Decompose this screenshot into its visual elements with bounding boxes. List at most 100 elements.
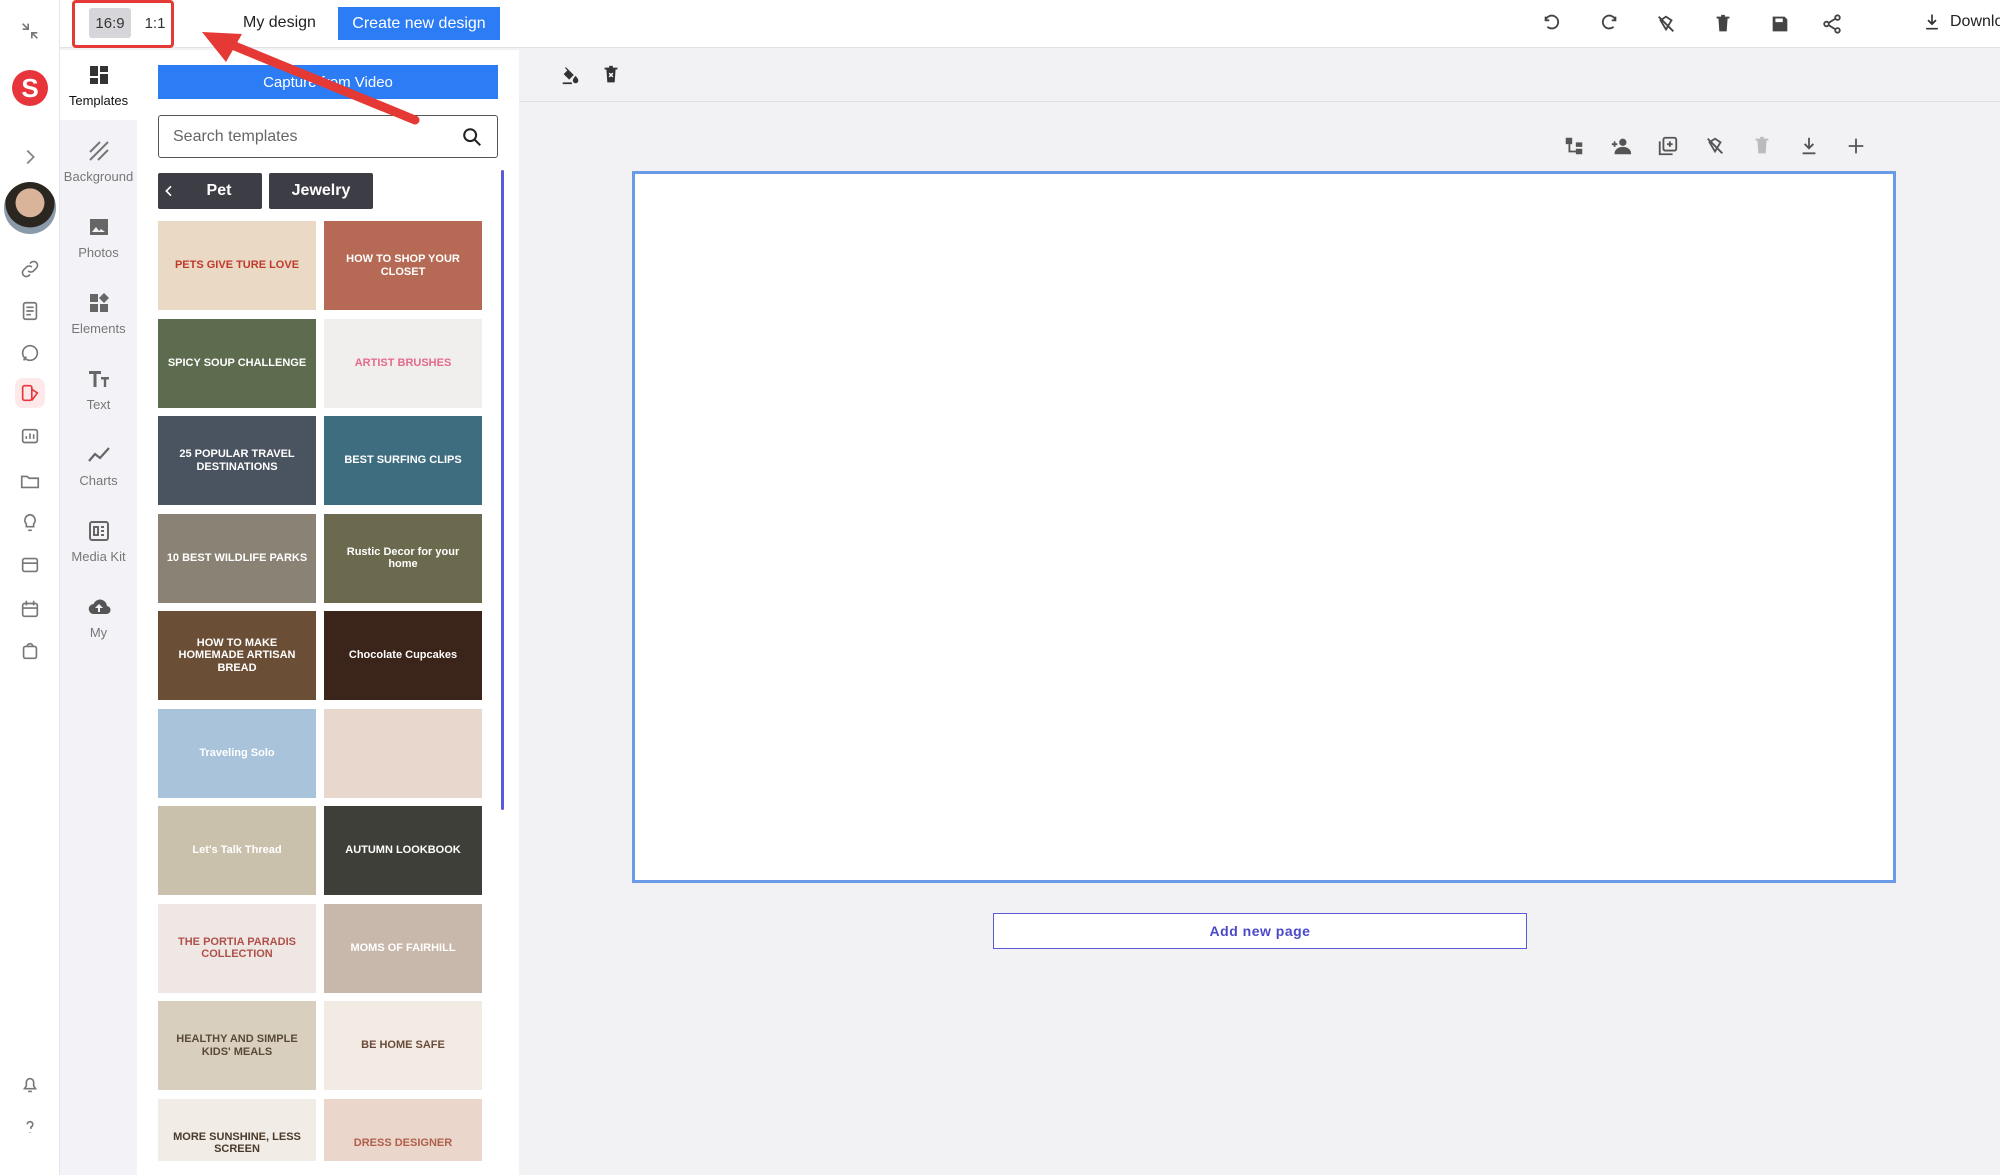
template-thumbnail[interactable]: Rustic Decor for your home <box>324 513 482 603</box>
template-thumbnail[interactable]: MORE SUNSHINE, LESS SCREEN <box>158 1098 316 1161</box>
template-title: Rustic Decor for your home <box>346 545 460 570</box>
category-label: Media Kit <box>71 548 126 564</box>
charts-icon <box>87 446 110 462</box>
templates-icon <box>89 65 108 84</box>
archive-icon[interactable] <box>15 550 45 580</box>
chips-prev-chevron-icon[interactable] <box>158 173 180 209</box>
template-thumbnail[interactable]: MOMS OF FAIRHILL <box>324 903 482 993</box>
add-page-plus-icon[interactable] <box>1844 134 1868 158</box>
delete-background-icon[interactable] <box>599 63 623 87</box>
document-icon[interactable] <box>15 296 45 326</box>
template-title: MORE SUNSHINE, LESS SCREEN <box>173 1130 301 1155</box>
create-new-design-button[interactable]: Create new design <box>338 7 500 40</box>
search-icon[interactable] <box>461 126 483 148</box>
background-icon <box>88 140 109 161</box>
left-rail: S <box>0 0 60 1175</box>
category-label: Elements <box>71 320 126 336</box>
my-design-link[interactable]: My design <box>243 14 316 32</box>
template-title: MOMS OF FAIRHILL <box>350 941 456 954</box>
template-thumbnail[interactable]: SPICY SOUP CHALLENGE <box>158 318 316 408</box>
download-page-icon[interactable] <box>1797 134 1821 158</box>
folder-icon[interactable] <box>15 466 45 496</box>
chat-icon[interactable] <box>15 338 45 368</box>
hide-icon[interactable] <box>1654 12 1678 36</box>
template-thumbnail[interactable]: AUTUMN LOOKBOOK <box>324 806 482 895</box>
template-title: 10 BEST WILDLIFE PARKS <box>166 551 308 564</box>
add-new-page-button[interactable]: Add new page <box>993 913 1527 949</box>
template-thumbnail[interactable]: THE PORTIA PARADIS COLLECTION <box>158 903 316 993</box>
template-title: AUTUMN LOOKBOOK <box>345 844 461 857</box>
category-label: Charts <box>79 472 118 488</box>
template-title: Chocolate Cupcakes <box>348 649 458 662</box>
category-media-kit[interactable]: Media Kit <box>60 506 137 576</box>
photos-icon <box>89 218 108 235</box>
template-thumbnail[interactable]: 10 BEST WILDLIFE PARKS <box>158 513 316 603</box>
template-thumbnail[interactable]: PETS GIVE TURE LOVE <box>158 221 316 310</box>
template-title: THE PORTIA PARADIS COLLECTION <box>178 935 296 960</box>
help-icon[interactable] <box>15 1112 45 1142</box>
shopping-bag-icon[interactable] <box>15 636 45 666</box>
bell-icon[interactable] <box>15 1070 45 1100</box>
hide-page-icon[interactable] <box>1703 134 1727 158</box>
chip-jewelry[interactable]: Jewelry <box>269 173 373 209</box>
delete-icon[interactable] <box>1711 12 1735 36</box>
search-templates-box[interactable] <box>158 115 498 158</box>
design-canvas[interactable] <box>632 171 1896 883</box>
template-thumbnail[interactable] <box>324 708 482 798</box>
save-icon[interactable] <box>1768 12 1792 36</box>
add-person-icon[interactable] <box>1609 134 1633 158</box>
chip-label: Jewelry <box>291 182 351 199</box>
analytics-icon[interactable] <box>15 422 45 452</box>
category-my[interactable]: My <box>60 582 137 652</box>
media-kit-icon <box>88 520 109 541</box>
expand-chevron-icon[interactable] <box>15 142 45 172</box>
calendar-icon[interactable] <box>15 594 45 624</box>
download-icon <box>1926 14 1938 30</box>
category-charts[interactable]: Charts <box>60 430 137 500</box>
delete-page-icon[interactable] <box>1750 134 1774 158</box>
brand-logo[interactable]: S <box>12 70 48 106</box>
template-thumbnail[interactable]: Chocolate Cupcakes <box>324 611 482 700</box>
template-thumbnail[interactable]: BEST SURFING CLIPS <box>324 416 482 505</box>
template-thumbnail[interactable]: DRESS DESIGNER <box>324 1098 482 1161</box>
avatar[interactable] <box>4 182 56 234</box>
panel-scrollbar[interactable] <box>501 170 504 810</box>
templates-panel: Capture from Video Pet Jewelry PETS GIVE… <box>137 50 519 1175</box>
canvas-toolbar <box>519 49 2000 102</box>
template-thumbnail[interactable]: ARTIST BRUSHES <box>324 318 482 408</box>
chip-label: Pet <box>206 182 232 199</box>
category-photos[interactable]: Photos <box>60 202 137 272</box>
category-templates[interactable]: Templates <box>60 50 137 120</box>
layers-icon[interactable] <box>1562 134 1586 158</box>
duplicate-page-icon[interactable] <box>1656 134 1680 158</box>
template-thumbnail[interactable]: Let's Talk Thread <box>158 806 316 895</box>
template-title: HEALTHY AND SIMPLE KIDS' MEALS <box>176 1033 298 1058</box>
download-label: Download <box>1950 13 2000 30</box>
template-thumbnail[interactable]: Traveling Solo <box>158 708 316 798</box>
category-label: Templates <box>68 92 129 108</box>
redo-icon[interactable] <box>1597 12 1621 36</box>
capture-from-video-button[interactable]: Capture from Video <box>158 65 498 99</box>
ratio-highlight-annotation <box>72 0 174 48</box>
link-icon[interactable] <box>15 254 45 284</box>
category-background[interactable]: Background <box>60 126 137 196</box>
template-title: BEST SURFING CLIPS <box>344 454 462 467</box>
template-thumbnail[interactable]: BE HOME SAFE <box>324 1001 482 1090</box>
collapse-icon[interactable] <box>15 16 45 46</box>
download-button[interactable]: Download <box>1922 12 2000 32</box>
template-thumbnail[interactable]: HOW TO SHOP YOUR CLOSET <box>324 221 482 310</box>
template-title: 25 POPULAR TRAVEL DESTINATIONS <box>179 448 295 473</box>
search-templates-input[interactable] <box>173 127 461 146</box>
workspace: Add new page <box>519 49 2000 1175</box>
undo-icon[interactable] <box>1540 12 1564 36</box>
category-elements[interactable]: Elements <box>60 278 137 348</box>
template-thumbnail[interactable]: 25 POPULAR TRAVEL DESTINATIONS <box>158 416 316 505</box>
design-icon[interactable] <box>15 378 45 408</box>
category-text[interactable]: Text <box>60 354 137 424</box>
template-title: BE HOME SAFE <box>361 1039 445 1052</box>
lightbulb-icon[interactable] <box>15 508 45 538</box>
template-thumbnail[interactable]: HEALTHY AND SIMPLE KIDS' MEALS <box>158 1001 316 1090</box>
fill-color-icon[interactable] <box>559 63 583 87</box>
template-thumbnail[interactable]: HOW TO MAKE HOMEMADE ARTISAN BREAD <box>158 611 316 700</box>
share-icon[interactable] <box>1820 12 1844 36</box>
